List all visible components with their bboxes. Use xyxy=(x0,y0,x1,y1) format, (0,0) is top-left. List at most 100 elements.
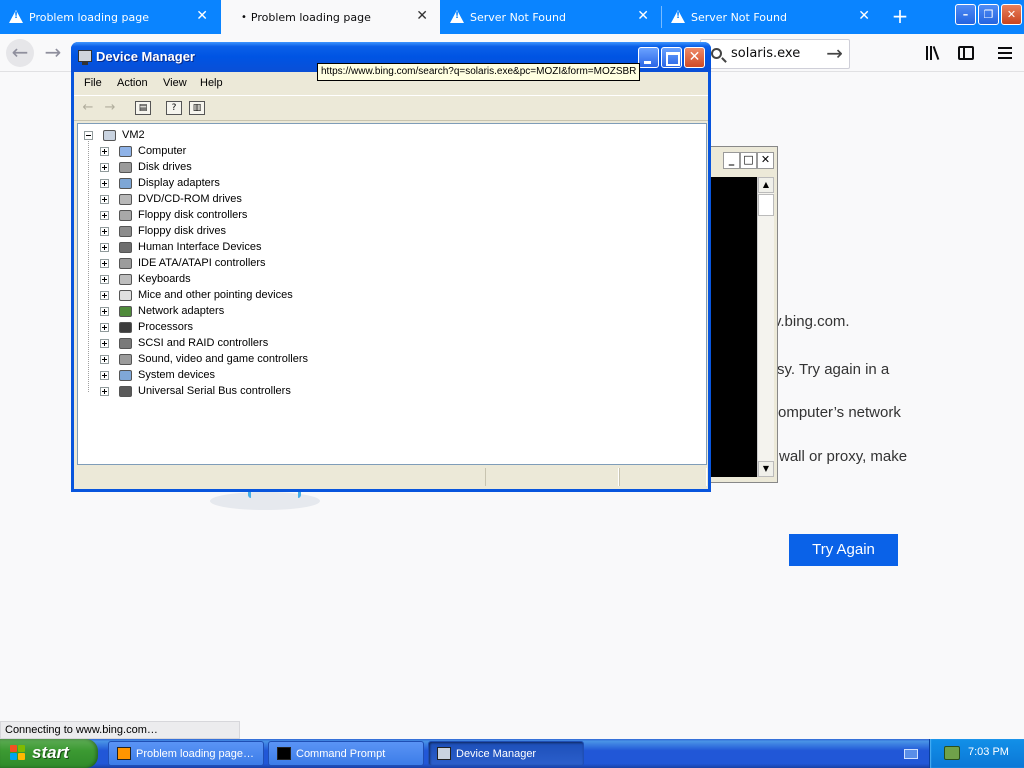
tree-node[interactable]: Floppy disk controllers xyxy=(100,207,247,223)
menu-file[interactable]: File xyxy=(84,77,102,89)
try-again-button[interactable]: Try Again xyxy=(789,534,898,566)
taskbar-button-device-manager[interactable]: Device Manager xyxy=(428,741,584,766)
tree-node[interactable]: Disk drives xyxy=(100,159,192,175)
scroll-up-icon[interactable]: ▲ xyxy=(758,177,774,193)
expand-icon[interactable] xyxy=(100,386,109,396)
expand-icon[interactable] xyxy=(100,322,109,332)
tab-close-icon[interactable]: ✕ xyxy=(416,9,428,23)
expand-icon[interactable] xyxy=(100,290,109,300)
tree-node[interactable]: IDE ATA/ATAPI controllers xyxy=(100,255,266,271)
new-tab-button[interactable]: + xyxy=(887,5,913,29)
command-prompt-titlebar[interactable]: _ □ ✕ xyxy=(701,147,777,175)
taskbar-button-label: Command Prompt xyxy=(296,747,386,760)
search-icon xyxy=(711,48,722,59)
scroll-thumb[interactable] xyxy=(758,194,774,216)
start-label: start xyxy=(32,743,69,762)
back-button[interactable]: ← xyxy=(6,39,34,67)
tree-node-label: Floppy disk controllers xyxy=(138,209,248,221)
cmd-close-button[interactable]: ✕ xyxy=(757,152,774,169)
tree-node[interactable]: Display adapters xyxy=(100,175,220,191)
library-icon[interactable] xyxy=(926,46,942,60)
search-input[interactable]: solaris.exe xyxy=(731,46,800,61)
tree-node[interactable]: Network adapters xyxy=(100,303,224,319)
sidebar-icon[interactable] xyxy=(958,46,974,60)
browser-restore-button[interactable]: ❐ xyxy=(978,4,999,25)
tree-node[interactable]: Universal Serial Bus controllers xyxy=(100,383,291,399)
tree-node[interactable]: Keyboards xyxy=(100,271,191,287)
expand-icon[interactable] xyxy=(100,226,109,236)
tab-strip: Problem loading page ✕ • Problem loading… xyxy=(0,0,1024,34)
tab-problem-loading-1[interactable]: Problem loading page ✕ xyxy=(0,0,220,34)
tree-root[interactable]: VM2 xyxy=(84,127,145,143)
expand-icon[interactable] xyxy=(100,370,109,380)
taskbar: start Problem loading page… Command Prom… xyxy=(0,739,1024,768)
show-hide-console-tree-icon[interactable]: ▤ xyxy=(135,101,151,115)
forward-arrow-icon[interactable]: → xyxy=(102,101,118,115)
search-box[interactable]: solaris.exe → xyxy=(700,39,850,69)
tree-node[interactable]: Mice and other pointing devices xyxy=(100,287,293,303)
scroll-down-icon[interactable]: ▼ xyxy=(758,461,774,477)
expand-icon[interactable] xyxy=(100,306,109,316)
taskbar-button-firefox[interactable]: Problem loading page… xyxy=(108,741,264,766)
properties-help-icon[interactable]: ? xyxy=(166,101,182,115)
expand-icon[interactable] xyxy=(100,274,109,284)
show-hide-action-pane-icon[interactable]: ▥ xyxy=(189,101,205,115)
tree-node[interactable]: Sound, video and game controllers xyxy=(100,351,308,367)
back-arrow-icon[interactable]: ← xyxy=(80,101,96,115)
tree-node[interactable]: Floppy disk drives xyxy=(100,223,226,239)
tree-root-label: VM2 xyxy=(122,129,145,141)
expand-icon[interactable] xyxy=(100,146,109,156)
start-button[interactable]: start xyxy=(0,739,98,768)
tree-node[interactable]: Computer xyxy=(100,143,186,159)
tab-close-icon[interactable]: ✕ xyxy=(858,9,870,23)
hamburger-menu-icon[interactable] xyxy=(998,46,1012,60)
expand-icon[interactable] xyxy=(100,258,109,268)
taskbar-button-label: Device Manager xyxy=(456,747,537,760)
search-go-icon[interactable]: → xyxy=(826,41,843,65)
network-tray-icon[interactable] xyxy=(944,746,960,760)
tab-problem-loading-2[interactable]: • Problem loading page ✕ xyxy=(221,0,440,34)
dm-minimize-button[interactable] xyxy=(638,47,659,68)
tree-node[interactable]: Human Interface Devices xyxy=(100,239,262,255)
tree-node[interactable]: Processors xyxy=(100,319,193,335)
collapse-icon[interactable] xyxy=(84,130,93,140)
computer-icon xyxy=(101,128,117,142)
tree-node[interactable]: SCSI and RAID controllers xyxy=(100,335,268,351)
expand-icon[interactable] xyxy=(100,178,109,188)
browser-close-button[interactable]: ✕ xyxy=(1001,4,1022,25)
command-prompt-window[interactable]: _ □ ✕ ▲ ▼ xyxy=(700,146,778,483)
menu-action[interactable]: Action xyxy=(117,77,148,89)
tab-close-icon[interactable]: ✕ xyxy=(196,9,208,23)
cmd-minimize-button[interactable]: _ xyxy=(723,152,740,169)
keyboard-layout-icon[interactable] xyxy=(904,749,918,759)
tab-server-not-found-1[interactable]: Server Not Found ✕ xyxy=(441,0,661,34)
taskbar-button-command-prompt[interactable]: Command Prompt xyxy=(268,741,424,766)
expand-icon[interactable] xyxy=(100,210,109,220)
tree-node[interactable]: DVD/CD-ROM drives xyxy=(100,191,242,207)
menu-help[interactable]: Help xyxy=(200,77,223,89)
browser-status-bar: Connecting to www.bing.com… xyxy=(0,721,240,739)
menu-view[interactable]: View xyxy=(163,77,187,89)
tree-node[interactable]: System devices xyxy=(100,367,215,383)
expand-icon[interactable] xyxy=(100,162,109,172)
hid-icon xyxy=(117,240,133,254)
ide-controller-icon xyxy=(117,256,133,270)
tree-node-label: Keyboards xyxy=(138,273,191,285)
floppy-drive-icon xyxy=(117,224,133,238)
tree-node-label: Processors xyxy=(138,321,194,333)
expand-icon[interactable] xyxy=(100,194,109,204)
forward-button[interactable]: → xyxy=(39,39,67,67)
browser-minimize-button[interactable]: – xyxy=(955,4,976,25)
tab-close-icon[interactable]: ✕ xyxy=(637,9,649,23)
cmd-scrollbar[interactable]: ▲ ▼ xyxy=(757,177,774,477)
command-prompt-console[interactable] xyxy=(711,177,763,477)
command-prompt-icon xyxy=(277,747,291,760)
expand-icon[interactable] xyxy=(100,354,109,364)
expand-icon[interactable] xyxy=(100,242,109,252)
device-tree[interactable]: VM2 Computer Disk drives Display adapters D… xyxy=(77,123,707,465)
cmd-maximize-button[interactable]: □ xyxy=(740,152,757,169)
dm-close-button[interactable]: ✕ xyxy=(684,47,705,68)
tab-server-not-found-2[interactable]: Server Not Found ✕ xyxy=(662,0,882,34)
dm-maximize-button[interactable] xyxy=(661,47,682,68)
expand-icon[interactable] xyxy=(100,338,109,348)
